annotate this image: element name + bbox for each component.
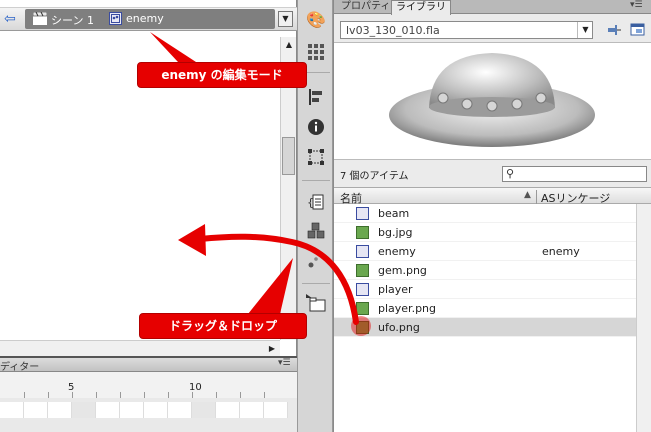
library-search-input[interactable]: ⚲ [502,166,647,182]
library-preview [334,42,651,160]
ruler-label: 10 [189,382,202,393]
library-item[interactable]: player.png [334,299,636,318]
drag-drop-callout: ドラッグ＆ドロップ [139,313,307,339]
panel-menu-icon[interactable]: ▾☰ [278,358,291,368]
frame-cell[interactable] [168,402,192,418]
panel-tab-bar: プロパティ ライブラリ ▾☰ [334,0,651,15]
movieclip-symbol-icon [356,207,369,220]
library-item-name: bg.jpg [378,226,413,239]
bitmap-icon [356,226,369,239]
frame-cell[interactable] [192,402,216,418]
library-item-linkage: enemy [542,245,580,258]
timeline-header: ディター ▾☰ [0,358,297,373]
info-icon[interactable] [306,118,326,138]
code-snippets-icon[interactable]: { [306,193,326,213]
ruler-tick [168,392,169,398]
breadcrumb: シーン 1 enemy [25,9,275,29]
tab-library[interactable]: ライブラリ [391,0,451,15]
edit-mode-callout: enemy の編集モード [137,62,307,88]
scene-clapper-icon [32,11,48,25]
frame-cell[interactable] [72,402,96,418]
separator [302,283,330,284]
library-item-selected[interactable]: ufo.png [334,318,636,337]
library-panel: プロパティ ライブラリ ▾☰ lv03_130_010.fla ▼ 7 個のアイ… [333,0,651,432]
frame-cell[interactable] [264,402,288,418]
breadcrumb-symbol[interactable]: enemy [126,12,164,25]
breadcrumb-scene[interactable]: シーン 1 [51,12,94,28]
library-item[interactable]: player [334,280,636,299]
scroll-right-icon[interactable]: ▶ [264,341,280,356]
frame-cell[interactable] [24,402,48,418]
panel-menu-icon[interactable]: ▾☰ [630,0,643,10]
movieclip-symbol-icon [109,12,122,25]
back-arrow-icon[interactable]: ⇦ [4,11,20,27]
components-icon[interactable] [306,222,326,242]
document-name: lv03_130_010.fla [346,24,440,37]
tab-properties[interactable]: プロパティ [338,0,393,14]
new-library-panel-icon[interactable] [630,22,646,38]
separator [302,180,330,181]
library-list-scrollbar[interactable] [636,204,651,432]
library-item[interactable]: beam [334,204,636,223]
scroll-thumb[interactable] [282,137,295,175]
motion-presets-icon[interactable] [306,251,326,271]
timeline-ruler[interactable]: 5 10 [0,372,297,398]
frame-cell[interactable] [240,402,264,418]
library-item-name: gem.png [378,264,427,277]
library-list-header: 名前 ▲ ASリンケージ [334,187,651,206]
frame-cell[interactable] [120,402,144,418]
frame-cell[interactable] [48,402,72,418]
ruler-tick [240,392,241,398]
scroll-up-icon[interactable]: ▲ [281,37,297,53]
bitmap-icon [356,302,369,315]
library-item-name: ufo.png [378,321,420,334]
bitmap-icon [356,321,369,334]
ruler-tick [120,392,121,398]
edit-scene-dropdown[interactable]: ▼ [278,11,293,27]
library-item[interactable]: bg.jpg [334,223,636,242]
library-item-list: beam bg.jpg enemy enemy gem.png player p… [334,204,636,432]
search-icon: ⚲ [506,167,515,180]
library-item[interactable]: enemy enemy [334,242,636,261]
ruler-tick [48,392,49,398]
ruler-tick [96,392,97,398]
ruler-tick [72,392,73,398]
ruler-tick [264,392,265,398]
pin-icon[interactable] [606,22,622,38]
library-folder-icon[interactable] [306,294,326,314]
library-item-name: player.png [378,302,437,315]
ruler-tick [192,392,193,398]
chevron-down-icon[interactable]: ▼ [577,22,593,38]
bitmap-icon [356,264,369,277]
ruler-tick [216,392,217,398]
transform-icon[interactable] [306,148,326,168]
frame-cell[interactable] [144,402,168,418]
library-item[interactable]: gem.png [334,261,636,280]
library-toolbar: 7 個のアイテム ⚲ [334,161,651,187]
timeline-panel: ディター ▾☰ 5 10 [0,356,297,432]
movieclip-symbol-icon [356,245,369,258]
sort-ascending-icon[interactable]: ▲ [524,190,531,200]
scene-breadcrumb-bar: ⇦ シーン 1 enemy ▼ [0,7,297,31]
color-palette-icon[interactable]: 🎨 [306,10,326,30]
document-select[interactable]: lv03_130_010.fla ▼ [340,21,593,39]
library-item-name: beam [378,207,410,220]
movieclip-symbol-icon [356,283,369,296]
ufo-preview-image [389,53,595,147]
ruler-tick [24,392,25,398]
frame-cell[interactable] [0,402,24,418]
ruler-tick [144,392,145,398]
frame-cell[interactable] [96,402,120,418]
stage-horizontal-scrollbar[interactable]: ▶ [0,340,280,356]
library-item-name: enemy [378,245,416,258]
item-count: 7 個のアイテム [340,171,409,182]
align-icon[interactable] [306,88,326,108]
stage-panel: ⇦ シーン 1 enemy ▼ ▲ ▼ ▶ [0,0,297,356]
library-item-name: player [378,283,413,296]
swatches-grid-icon[interactable] [306,43,326,63]
frame-cell[interactable] [216,402,240,418]
timeline-title: ディター [0,362,40,373]
